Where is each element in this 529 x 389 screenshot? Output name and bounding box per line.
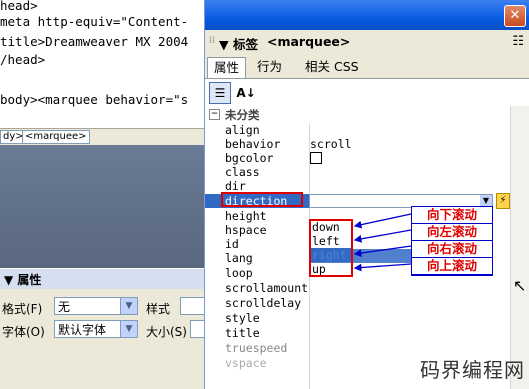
current-tag: <marquee> (267, 34, 351, 49)
arrow-left (353, 229, 412, 243)
chevron-down-icon: ▼ (120, 321, 137, 337)
inspector-tabs: 属性 行为 相关 CSS (205, 54, 529, 78)
format-select[interactable]: 无 ▼ (54, 297, 138, 315)
code-view[interactable]: head> meta http-equiv="Content- title>Dr… (0, 0, 204, 128)
format-value: 无 (58, 300, 71, 314)
gripper-icon[interactable]: ⁞⁞ (209, 35, 215, 46)
tag-selector-bar: dy> <marquee> (0, 128, 204, 146)
tab-related-css[interactable]: 相关 CSS (299, 57, 365, 77)
sort-az-icon[interactable]: A↓ (235, 82, 257, 104)
panel-group-title: ▼ 标签 (219, 37, 258, 52)
format-label: 格式(F) (2, 302, 43, 316)
scrollbar[interactable]: ↖ (510, 106, 529, 389)
cursor-icon: ↖ (513, 276, 527, 295)
font-label: 字体(O) (2, 325, 45, 339)
tab-behaviors[interactable]: 行为 (251, 57, 288, 77)
properties-header[interactable]: ▼ 属性 (0, 268, 204, 290)
properties-title: ▼ 属性 (4, 273, 42, 287)
font-value: 默认字体 (58, 323, 107, 337)
chevron-down-icon: ▼ (120, 298, 137, 314)
tag-inspector-panel: ✕ ⁞⁞ ▼ 标签 <marquee> ☷ 属性 行为 相关 CSS ☰ A↓ … (204, 0, 529, 389)
design-view[interactable] (0, 145, 204, 268)
arrow-up (353, 263, 412, 272)
panel-options-icon[interactable]: ☷ (512, 34, 524, 49)
code-line: meta http-equiv="Content- (0, 14, 189, 29)
style-label: 样式 (146, 302, 171, 316)
properties-panel: 格式(F) 无 ▼ 样式 字体(O) 默认字体 ▼ 大小(S) (0, 289, 204, 389)
tab-attributes[interactable]: 属性 (207, 57, 247, 78)
arrow-down (353, 213, 412, 229)
code-line: title>Dreamweaver MX 2004 (0, 34, 189, 49)
close-icon[interactable]: ✕ (504, 5, 526, 27)
category-view-icon[interactable]: ☰ (209, 82, 231, 104)
watermark: 码界编程网 (420, 358, 525, 382)
attribute-toolbar: ☰ A↓ (205, 78, 529, 107)
code-line: body><marquee behavior="s (0, 92, 189, 107)
attribute-grid: − 未分类 align behavior scroll bgcolor class… (205, 106, 529, 389)
arrow-right (353, 245, 412, 257)
annotation-arrows (353, 213, 412, 272)
code-line: head> (0, 0, 38, 13)
size-label: 大小(S) (146, 325, 187, 339)
code-line: /head> (0, 52, 46, 67)
panel-group-header[interactable]: ⁞⁞ ▼ 标签 <marquee> ☷ (205, 30, 529, 55)
font-select[interactable]: 默认字体 ▼ (54, 320, 138, 338)
size-select[interactable] (190, 320, 204, 338)
tag-selector-marquee[interactable]: <marquee> (22, 130, 90, 144)
panel-titlebar[interactable]: ✕ (205, 0, 529, 30)
style-select[interactable] (180, 297, 204, 315)
